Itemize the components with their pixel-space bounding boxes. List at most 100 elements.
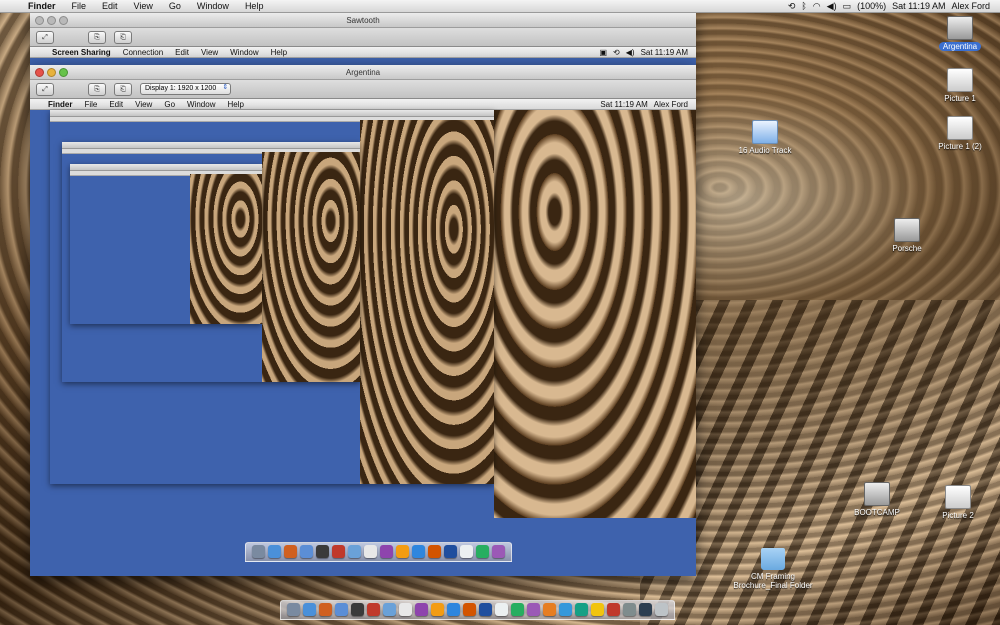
dock-app-icon[interactable] — [268, 545, 281, 558]
dock-app-icon[interactable] — [463, 603, 476, 616]
battery-icon[interactable]: ▭ — [843, 1, 852, 12]
dock-app-icon[interactable] — [559, 603, 572, 616]
desktop-icon-argentina[interactable]: Argentina — [925, 16, 995, 51]
dock-app-icon[interactable] — [287, 603, 300, 616]
dock-app-icon[interactable] — [284, 545, 297, 558]
desktop-icon-label: Argentina — [938, 42, 982, 51]
dock-app-icon[interactable] — [380, 545, 393, 558]
menu-go[interactable]: Go — [158, 100, 181, 109]
close-button[interactable] — [35, 67, 44, 77]
dock-app-icon[interactable] — [348, 545, 361, 558]
menu-go[interactable]: Go — [161, 1, 189, 11]
fit-screen-button[interactable]: ⤢ — [36, 82, 54, 96]
screen-icon[interactable]: ▣ — [599, 48, 607, 57]
dock-app-icon[interactable] — [543, 603, 556, 616]
menu-edit[interactable]: Edit — [94, 1, 126, 11]
dock-app-icon[interactable] — [591, 603, 604, 616]
time-machine-icon[interactable]: ⟲ — [613, 48, 620, 57]
volume-icon[interactable]: ◀) — [827, 1, 837, 12]
remote-clock[interactable]: Sat 11:19 AM — [600, 100, 647, 109]
dock-app-icon[interactable] — [447, 603, 460, 616]
dock-app-icon[interactable] — [303, 603, 316, 616]
volume-icon[interactable]: ◀) — [626, 48, 635, 57]
zoom-button[interactable] — [59, 15, 68, 25]
menu-view[interactable]: View — [129, 100, 158, 109]
dock-app-icon[interactable] — [575, 603, 588, 616]
dock-app-icon[interactable] — [319, 603, 332, 616]
menu-clock[interactable]: Sat 11:19 AM — [892, 1, 945, 11]
dock-app-icon[interactable] — [476, 545, 489, 558]
fit-screen-button[interactable]: ⤢ — [36, 30, 54, 44]
remote-user[interactable]: Alex Ford — [654, 100, 688, 109]
dock-app-icon[interactable] — [460, 545, 473, 558]
desktop-icon-picture-1[interactable]: Picture 1 — [925, 68, 995, 103]
control-mode-button[interactable]: ⎘ — [88, 82, 106, 96]
menu-window[interactable]: Window — [181, 100, 221, 109]
minimize-button[interactable] — [47, 67, 56, 77]
desktop-icon-picture-1-2[interactable]: Picture 1 (2) — [925, 116, 995, 151]
remote-screen[interactable] — [30, 110, 696, 576]
dock-app-icon[interactable] — [495, 603, 508, 616]
window-titlebar[interactable]: Sawtooth — [30, 13, 696, 28]
dock-app-icon[interactable] — [527, 603, 540, 616]
zoom-button[interactable] — [59, 67, 68, 77]
dock-app-icon[interactable] — [399, 603, 412, 616]
menu-window[interactable]: Window — [189, 1, 237, 11]
display-select[interactable]: Display 1: 1920 x 1200 — [140, 83, 232, 95]
menu-edit[interactable]: Edit — [169, 48, 195, 57]
dock-app-icon[interactable] — [300, 545, 313, 558]
dock-app-icon[interactable] — [367, 603, 380, 616]
dock-app-icon[interactable] — [316, 545, 329, 558]
menu-finder[interactable]: Finder — [42, 100, 78, 109]
dock-app-icon[interactable] — [623, 603, 636, 616]
clipboard-button[interactable]: ⎗ — [114, 82, 132, 96]
dock-app-icon[interactable] — [335, 603, 348, 616]
dock-app-icon[interactable] — [415, 603, 428, 616]
dock-app-icon[interactable] — [428, 545, 441, 558]
bluetooth-icon[interactable]: ᛒ — [801, 1, 806, 11]
dock-app-icon[interactable] — [444, 545, 457, 558]
menu-help[interactable]: Help — [221, 100, 249, 109]
control-mode-button[interactable]: ⎘ — [88, 30, 106, 44]
close-button[interactable] — [35, 15, 44, 25]
desktop-icon-porsche[interactable]: Porsche — [872, 218, 942, 253]
menu-connection[interactable]: Connection — [117, 48, 169, 57]
menu-screen-sharing[interactable]: Screen Sharing — [46, 48, 117, 57]
dock-app-icon[interactable] — [639, 603, 652, 616]
menu-view[interactable]: View — [195, 48, 224, 57]
dock-app-icon[interactable] — [431, 603, 444, 616]
dock-app-icon[interactable] — [511, 603, 524, 616]
remote-clock[interactable]: Sat 11:19 AM — [641, 48, 688, 57]
dock-app-icon[interactable] — [396, 545, 409, 558]
menu-file[interactable]: File — [64, 1, 95, 11]
menu-help[interactable]: Help — [237, 1, 272, 11]
menu-user[interactable]: Alex Ford — [951, 1, 990, 11]
dock-app-icon[interactable] — [351, 603, 364, 616]
window-toolbar: ⤢ ⎘ ⎗ Display 1: 1920 x 1200 — [30, 80, 696, 99]
desktop-icon-cm-framing-folder[interactable]: CM Framing Brochure_Final Folder — [730, 548, 816, 590]
desktop-icon-bootcamp[interactable]: BOOTCAMP — [842, 482, 912, 517]
desktop-icon-picture-2[interactable]: Picture 2 — [923, 485, 993, 520]
menu-finder[interactable]: Finder — [20, 1, 64, 11]
menu-view[interactable]: View — [126, 1, 161, 11]
dock-app-icon[interactable] — [252, 545, 265, 558]
window-titlebar[interactable]: Argentina — [30, 65, 696, 80]
dock-app-icon[interactable] — [364, 545, 377, 558]
wifi-icon[interactable]: ◠ — [813, 1, 821, 12]
dock-app-icon[interactable] — [383, 603, 396, 616]
menu-help[interactable]: Help — [265, 48, 293, 57]
menu-file[interactable]: File — [78, 100, 103, 109]
clipboard-button[interactable]: ⎗ — [114, 30, 132, 44]
dock-app-icon[interactable] — [479, 603, 492, 616]
time-machine-icon[interactable]: ⟲ — [788, 1, 796, 12]
dock-app-icon[interactable] — [655, 603, 668, 616]
minimize-button[interactable] — [47, 15, 56, 25]
dock-app-icon[interactable] — [332, 545, 345, 558]
menu-window[interactable]: Window — [224, 48, 264, 57]
dock-app-icon[interactable] — [492, 545, 505, 558]
nested-screen-2 — [62, 142, 360, 382]
dock-app-icon[interactable] — [412, 545, 425, 558]
desktop-icon-audio-track[interactable]: 16 Audio Track — [730, 120, 800, 155]
dock-app-icon[interactable] — [607, 603, 620, 616]
menu-edit[interactable]: Edit — [103, 100, 129, 109]
